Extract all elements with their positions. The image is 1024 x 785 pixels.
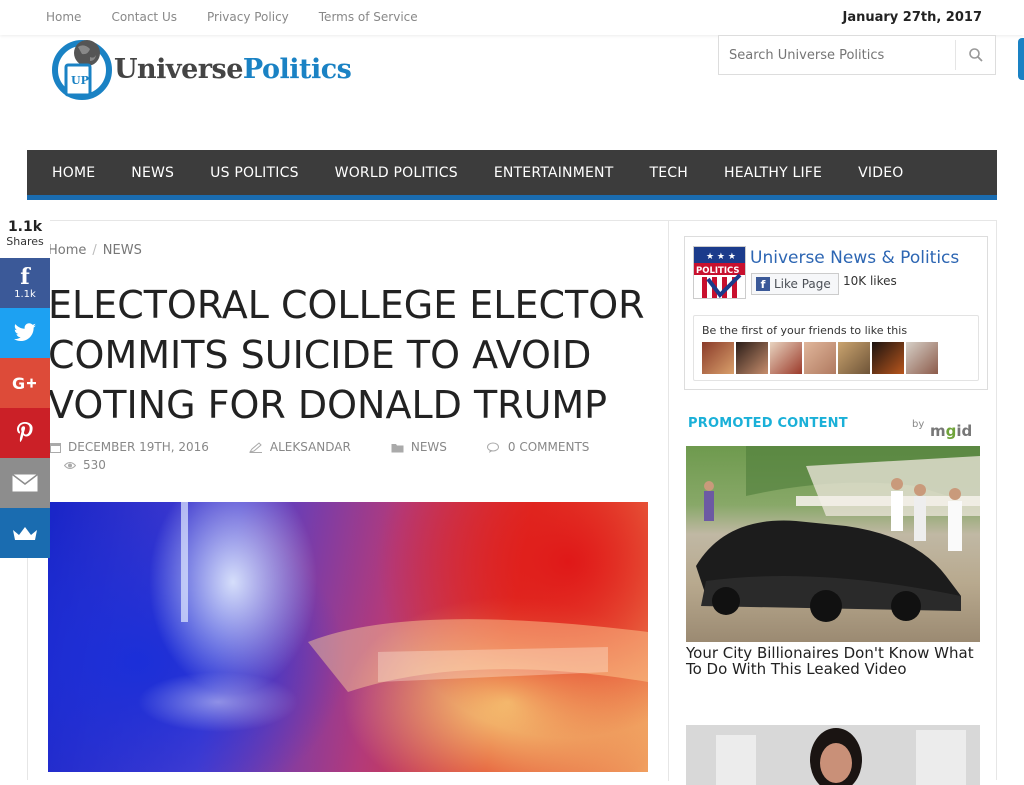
facebook-share-button[interactable]: f 1.1k (0, 258, 50, 308)
mgid-logo[interactable]: mgid (930, 422, 972, 440)
friends-box: Be the first of your friends to like thi… (693, 315, 979, 381)
meta-views-text: 530 (83, 458, 106, 472)
share-total: 1.1k (7, 219, 43, 235)
site-name[interactable]: UniversePolitics (114, 54, 352, 85)
current-date: January 27th, 2017 (842, 10, 982, 25)
search-button[interactable] (955, 40, 995, 70)
police-lights-image (138, 502, 648, 732)
page-avatar[interactable]: ★ ★ ★ POLITICS (693, 246, 746, 299)
promoted-ad-image[interactable] (686, 446, 980, 642)
top-bar: Home Contact Us Privacy Policy Terms of … (0, 0, 1024, 35)
main-nav: HOME NEWS US POLITICS WORLD POLITICS ENT… (27, 150, 997, 200)
email-share-button[interactable] (0, 458, 50, 508)
by-label: by (912, 419, 925, 430)
friend-avatar[interactable] (770, 342, 802, 374)
google-plus-icon: G (12, 375, 36, 391)
mgid-part2: g (945, 422, 957, 440)
meta-date-text: DECEMBER 19TH, 2016 (68, 440, 209, 454)
share-total-label: Shares (6, 235, 44, 248)
calendar-icon (50, 442, 61, 453)
mgid-part3: id (956, 422, 973, 440)
page-name[interactable]: Universe News & Politics (750, 248, 959, 268)
article-meta: DECEMBER 19TH, 2016 ALEKSANDAR NEWS 0 CO… (50, 438, 650, 474)
top-link-privacy[interactable]: Privacy Policy (207, 10, 289, 24)
meta-views: 530 (64, 458, 106, 472)
politics-flag-logo-icon: ★ ★ ★ POLITICS (694, 247, 745, 298)
sumo-share-button[interactable] (0, 508, 50, 558)
crown-icon (13, 527, 37, 540)
meta-category-text: NEWS (410, 440, 447, 454)
breadcrumb-separator: / (92, 243, 97, 258)
like-page-label: Like Page (774, 277, 831, 291)
friend-avatar[interactable] (838, 342, 870, 374)
side-tab[interactable] (1018, 38, 1024, 80)
share-count: 1.1k Shares (0, 218, 50, 258)
top-link-contact[interactable]: Contact Us (111, 10, 177, 24)
nav-item-us-politics[interactable]: US POLITICS (210, 165, 299, 181)
google-plus-share-button[interactable]: G (0, 358, 50, 408)
like-page-button[interactable]: f Like Page (751, 273, 839, 295)
logo-mark-text: UP (71, 74, 89, 87)
promoted-ad-image-2[interactable] (686, 725, 980, 785)
top-link-home[interactable]: Home (46, 10, 81, 24)
friends-text: Be the first of your friends to like thi… (702, 324, 908, 337)
promoted-ad-title[interactable]: Your City Billionaires Don't Know What T… (686, 645, 982, 677)
comments-icon (486, 442, 499, 453)
nav-item-news[interactable]: NEWS (131, 165, 174, 181)
meta-date: DECEMBER 19TH, 2016 (50, 440, 209, 454)
friend-avatar[interactable] (906, 342, 938, 374)
svg-text:G: G (12, 375, 25, 391)
top-link-terms[interactable]: Terms of Service (319, 10, 418, 24)
svg-text:★ ★ ★: ★ ★ ★ (706, 252, 736, 262)
article-hero-image[interactable] (48, 502, 648, 772)
meta-author-text: ALEKSANDAR (269, 440, 351, 454)
column-divider (668, 221, 669, 781)
facebook-page-widget: ★ ★ ★ POLITICS Universe News & Politics … (684, 236, 988, 390)
meta-comments-text: 0 COMMENTS (507, 440, 590, 454)
nav-item-home[interactable]: HOME (52, 165, 95, 181)
facebook-f-icon: f (756, 277, 770, 291)
friend-avatar[interactable] (872, 342, 904, 374)
pencil-icon (248, 441, 262, 453)
batmobile-image (696, 446, 980, 622)
twitter-icon (13, 323, 36, 341)
envelope-icon (12, 474, 38, 492)
facebook-share-count: 1.1k (14, 289, 36, 300)
woman-portrait-image (686, 725, 980, 785)
breadcrumb: Home / NEWS (48, 243, 142, 258)
friend-avatar[interactable] (804, 342, 836, 374)
meta-author[interactable]: ALEKSANDAR (248, 440, 351, 454)
site-name-part1: Universe (114, 54, 243, 85)
search-input[interactable] (719, 36, 955, 74)
twitter-share-button[interactable] (0, 308, 50, 358)
search-box (718, 35, 996, 75)
avatar-text: POLITICS (696, 266, 740, 276)
likes-count: 10K likes (843, 274, 897, 288)
top-links: Home Contact Us Privacy Policy Terms of … (46, 10, 448, 24)
friend-avatar[interactable] (702, 342, 734, 374)
site-name-part2: Politics (242, 54, 352, 85)
share-bar: 1.1k Shares f 1.1k G (0, 218, 50, 558)
article-title: ELECTORAL COLLEGE ELECTOR COMMITS SUICID… (48, 283, 645, 427)
nav-item-tech[interactable]: TECH (649, 165, 688, 181)
folder-icon (391, 443, 404, 452)
search-icon (968, 48, 983, 62)
friend-faces (702, 342, 940, 374)
promoted-content-label: PROMOTED CONTENT (688, 416, 848, 431)
meta-category[interactable]: NEWS (391, 440, 447, 454)
breadcrumb-current[interactable]: NEWS (103, 243, 142, 258)
pinterest-share-button[interactable] (0, 408, 50, 458)
meta-comments[interactable]: 0 COMMENTS (486, 440, 590, 454)
nav-item-healthy-life[interactable]: HEALTHY LIFE (724, 165, 822, 181)
facebook-icon: f (20, 264, 30, 290)
eye-icon (64, 461, 76, 469)
friend-avatar[interactable] (736, 342, 768, 374)
pinterest-icon (17, 422, 33, 443)
nav-item-world-politics[interactable]: WORLD POLITICS (335, 165, 458, 181)
nav-item-video[interactable]: VIDEO (858, 165, 903, 181)
breadcrumb-home[interactable]: Home (48, 243, 86, 258)
globe-logo-icon: UP (52, 40, 112, 100)
nav-item-entertainment[interactable]: ENTERTAINMENT (494, 165, 614, 181)
mgid-part1: m (930, 422, 946, 440)
